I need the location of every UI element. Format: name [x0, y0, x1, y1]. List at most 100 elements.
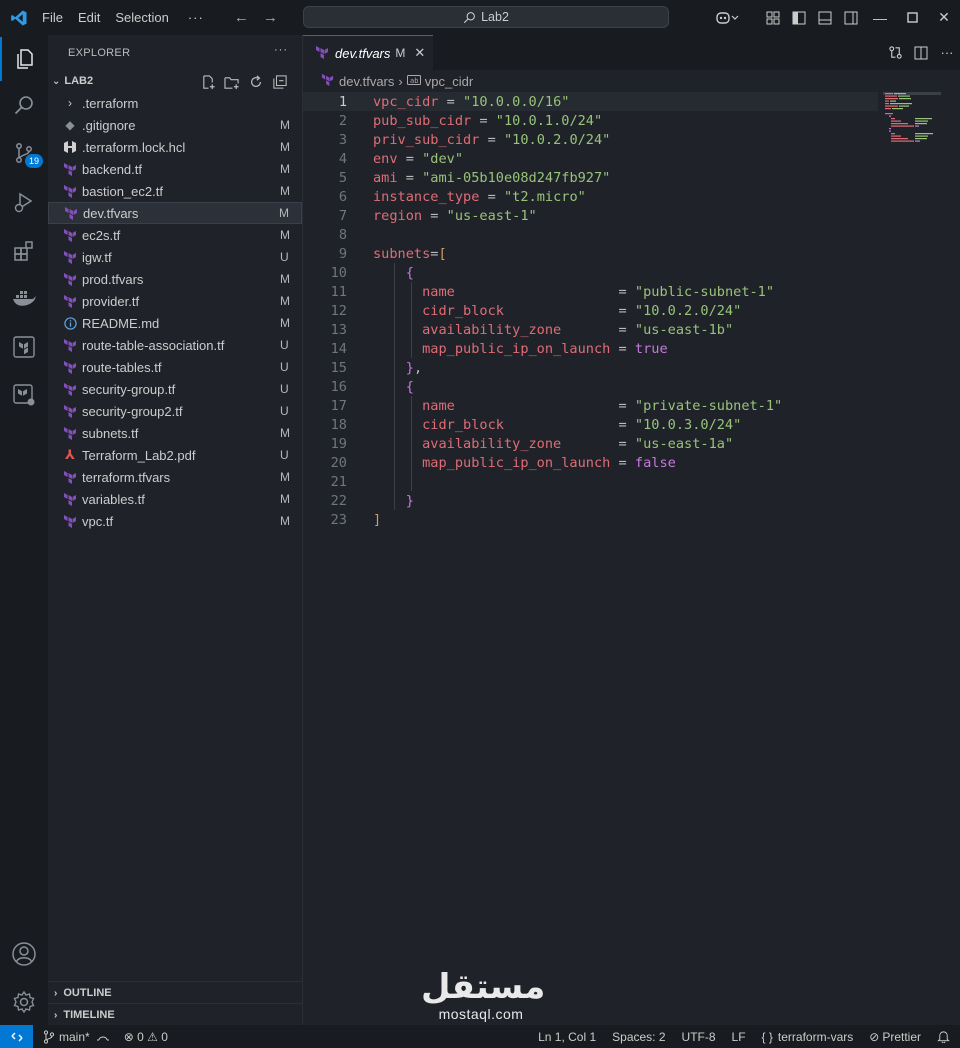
code-line[interactable]: 13 availability_zone = "us-east-1b": [303, 320, 878, 339]
collapse-all-icon[interactable]: [268, 73, 292, 91]
menu-edit[interactable]: Edit: [78, 10, 100, 25]
editor-more-icon[interactable]: ···: [934, 35, 960, 70]
code-line[interactable]: 1 vpc_cidr = "10.0.0.0/16": [303, 92, 878, 111]
breadcrumb-symbol[interactable]: vpc_cidr: [425, 74, 473, 89]
cursor-position[interactable]: Ln 1, Col 1: [538, 1030, 596, 1044]
end-of-line[interactable]: LF: [732, 1030, 746, 1044]
code-line[interactable]: 23]: [303, 510, 878, 529]
code-line[interactable]: 20 map_public_ip_on_launch = false: [303, 453, 878, 472]
timeline-section[interactable]: › TIMELINE: [48, 1003, 302, 1026]
split-editor-icon[interactable]: [908, 35, 934, 70]
terraform-cloud-icon[interactable]: [0, 373, 48, 417]
toggle-primary-sidebar-icon[interactable]: [786, 0, 812, 35]
settings-gear-icon[interactable]: [0, 980, 48, 1024]
problems-indicator[interactable]: ⊗ 0 ⚠ 0: [124, 1030, 168, 1044]
forward-arrow-icon[interactable]: →: [263, 9, 278, 26]
code-line[interactable]: 10 {: [303, 263, 878, 282]
file-item[interactable]: bastion_ec2.tf M: [48, 180, 302, 202]
code-line[interactable]: 14 map_public_ip_on_launch = true: [303, 339, 878, 358]
file-item[interactable]: provider.tf M: [48, 290, 302, 312]
customize-layout-icon[interactable]: [760, 0, 786, 35]
code-line[interactable]: 4 env = "dev": [303, 149, 878, 168]
new-file-icon[interactable]: [196, 73, 220, 91]
code-line[interactable]: 12 cidr_block = "10.0.2.0/24": [303, 301, 878, 320]
code-editor[interactable]: 1 vpc_cidr = "10.0.0.0/16" 2 pub_sub_cidr =…: [303, 92, 960, 1025]
code-line[interactable]: 8: [303, 225, 878, 244]
code-line[interactable]: 6 instance_type = "t2.micro": [303, 187, 878, 206]
account-icon[interactable]: [0, 932, 48, 976]
toggle-secondary-sidebar-icon[interactable]: [838, 0, 864, 35]
file-item[interactable]: subnets.tf M: [48, 422, 302, 444]
indentation[interactable]: Spaces: 2: [612, 1030, 665, 1044]
run-debug-icon[interactable]: [0, 180, 48, 224]
notifications-bell-icon[interactable]: [937, 1030, 950, 1043]
file-item[interactable]: .terraform.lock.hcl M: [48, 136, 302, 158]
code-line[interactable]: 16 {: [303, 377, 878, 396]
file-item[interactable]: ⅄ Terraform_Lab2.pdf U: [48, 444, 302, 466]
tab-dev-tfvars[interactable]: dev.tfvars M ✕: [303, 35, 433, 70]
file-item[interactable]: route-tables.tf U: [48, 356, 302, 378]
search-icon[interactable]: [0, 83, 48, 127]
file-item[interactable]: terraform.tfvars M: [48, 466, 302, 488]
file-item[interactable]: security-group.tf U: [48, 378, 302, 400]
terraform-file-icon: [62, 337, 78, 353]
folder-item[interactable]: › .terraform: [48, 92, 302, 114]
prettier-status[interactable]: ⊘ Prettier: [869, 1030, 921, 1044]
code-line[interactable]: 21: [303, 472, 878, 491]
open-changes-icon[interactable]: [882, 35, 908, 70]
menu-file[interactable]: File: [42, 10, 63, 25]
refresh-icon[interactable]: [244, 73, 268, 91]
sync-icon[interactable]: [96, 1031, 110, 1043]
file-item[interactable]: prod.tfvars M: [48, 268, 302, 290]
source-control-icon[interactable]: 19: [0, 131, 48, 175]
code-line[interactable]: 7 region = "us-east-1": [303, 206, 878, 225]
file-item[interactable]: igw.tf U: [48, 246, 302, 268]
file-item[interactable]: ◆ .gitignore M: [48, 114, 302, 136]
extensions-icon[interactable]: [0, 229, 48, 273]
branch-indicator[interactable]: main*: [43, 1030, 110, 1044]
file-item[interactable]: route-table-association.tf U: [48, 334, 302, 356]
git-status-badge: M: [280, 426, 290, 440]
git-branch-icon: [43, 1029, 55, 1044]
outline-section[interactable]: › OUTLINE: [48, 981, 302, 1004]
code-line[interactable]: 17 name = "private-subnet-1": [303, 396, 878, 415]
file-item[interactable]: variables.tf M: [48, 488, 302, 510]
maximize-icon[interactable]: [896, 0, 928, 35]
terraform-icon[interactable]: [0, 325, 48, 369]
copilot-icon[interactable]: [710, 0, 746, 35]
back-arrow-icon[interactable]: ←: [234, 9, 249, 26]
file-item[interactable]: vpc.tf M: [48, 510, 302, 532]
docker-icon[interactable]: [0, 277, 48, 321]
code-line[interactable]: 5 ami = "ami-05b10e08d247fb927": [303, 168, 878, 187]
file-item[interactable]: security-group2.tf U: [48, 400, 302, 422]
code-line[interactable]: 9 subnets=[: [303, 244, 878, 263]
code-line[interactable]: 3 priv_sub_cidr = "10.0.2.0/24": [303, 130, 878, 149]
git-file-icon: ◆: [65, 118, 75, 132]
encoding[interactable]: UTF-8: [682, 1030, 716, 1044]
code-line[interactable]: 19 availability_zone = "us-east-1a": [303, 434, 878, 453]
command-center-search[interactable]: Lab2: [303, 6, 669, 28]
file-item[interactable]: ec2s.tf M: [48, 224, 302, 246]
file-item[interactable]: dev.tfvars M: [48, 202, 302, 224]
file-item[interactable]: README.md M: [48, 312, 302, 334]
menu-more-icon[interactable]: ···: [188, 10, 204, 25]
code-line[interactable]: 15 },: [303, 358, 878, 377]
line-number: 2: [338, 112, 347, 129]
code-line[interactable]: 22 }: [303, 491, 878, 510]
close-tab-icon[interactable]: ✕: [414, 45, 425, 61]
minimize-icon[interactable]: —: [864, 0, 896, 35]
toggle-panel-icon[interactable]: [812, 0, 838, 35]
close-window-icon[interactable]: ✕: [928, 0, 960, 35]
menu-selection[interactable]: Selection: [115, 10, 168, 25]
explorer-more-icon[interactable]: ···: [274, 44, 288, 56]
new-folder-icon[interactable]: [220, 73, 244, 91]
minimap[interactable]: [883, 92, 941, 142]
remote-indicator-icon[interactable]: [0, 1025, 33, 1048]
breadcrumb-file[interactable]: dev.tfvars: [339, 74, 394, 89]
language-mode[interactable]: { } terraform-vars: [762, 1030, 854, 1044]
file-item[interactable]: backend.tf M: [48, 158, 302, 180]
code-line[interactable]: 18 cidr_block = "10.0.3.0/24": [303, 415, 878, 434]
code-line[interactable]: 11 name = "public-subnet-1": [303, 282, 878, 301]
explorer-icon[interactable]: [0, 37, 48, 81]
code-line[interactable]: 2 pub_sub_cidr = "10.0.1.0/24": [303, 111, 878, 130]
